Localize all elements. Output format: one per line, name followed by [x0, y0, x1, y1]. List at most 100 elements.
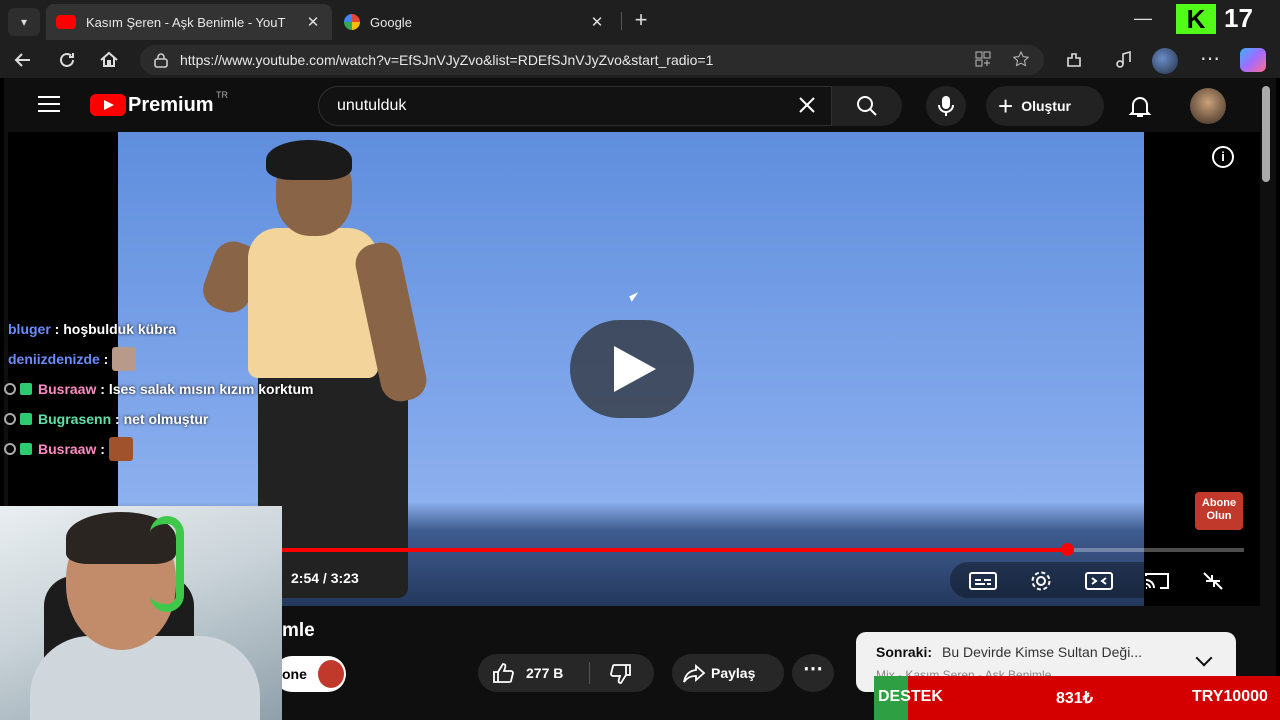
tab-list-chevron-icon[interactable]: ▾ — [8, 8, 40, 36]
address-bar[interactable]: https://www.youtube.com/watch?v=EfSJnVJy… — [140, 45, 1044, 75]
like-count: 277 B — [526, 665, 564, 681]
settings-gear-icon[interactable] — [1026, 570, 1056, 592]
country-code: TR — [216, 90, 228, 100]
favorite-star-icon[interactable] — [1012, 50, 1030, 68]
search-input[interactable]: unutulduk — [318, 86, 832, 126]
chat-username: Busraaw — [38, 381, 97, 397]
clear-search-icon[interactable] — [795, 93, 819, 117]
theater-mode-icon[interactable] — [1084, 570, 1114, 592]
share-button[interactable]: Paylaş — [672, 654, 784, 692]
subscriber-badge-icon — [20, 443, 32, 455]
like-separator — [589, 662, 590, 684]
like-icon[interactable] — [492, 662, 516, 684]
chat-message: bluger : hoşbulduk kübra — [8, 316, 176, 342]
search-button[interactable] — [832, 86, 902, 126]
back-icon[interactable] — [10, 48, 36, 72]
chat-message: Busraaw : — [0, 436, 133, 462]
voice-search-button[interactable] — [926, 86, 966, 126]
more-actions-icon[interactable]: ⋯ — [792, 654, 834, 692]
chat-colon: : — [50, 321, 64, 337]
chat-username: deniizdenizde — [8, 351, 100, 367]
youtube-favicon-icon — [56, 15, 76, 29]
chat-message: Bugrasenn : net olmuştur — [0, 406, 208, 432]
browser-toolbar: https://www.youtube.com/watch?v=EfSJnVJy… — [0, 42, 1280, 78]
google-favicon-icon — [344, 14, 360, 30]
url-text: https://www.youtube.com/watch?v=EfSJnVJy… — [180, 52, 714, 68]
moderator-badge-icon — [4, 413, 16, 425]
subscribe-button[interactable]: one — [274, 656, 346, 692]
moderator-badge-icon — [4, 443, 16, 455]
channel-logo-icon — [318, 660, 344, 688]
tab-close-icon[interactable]: ✕ — [588, 13, 606, 31]
kick-logo: K — [1176, 4, 1216, 34]
donation-amount: 831₺ — [1056, 690, 1093, 707]
new-tab-icon[interactable]: + — [628, 8, 654, 34]
chat-colon: : — [96, 441, 105, 457]
subscribe-watermark[interactable]: Abone Olun — [1195, 492, 1243, 530]
dislike-icon[interactable] — [608, 663, 632, 685]
account-avatar[interactable] — [1190, 88, 1226, 124]
search-icon — [857, 96, 877, 116]
donation-label: DESTEK — [878, 688, 943, 705]
time-display: 2:54 / 3:23 — [291, 570, 359, 586]
chevron-down-icon[interactable] — [1195, 649, 1213, 667]
extensions-icon[interactable] — [1064, 50, 1084, 70]
tab-title: Kasım Şeren - Aşk Benimle - YouT — [86, 14, 286, 30]
like-dislike-group: 277 B — [478, 654, 654, 692]
copilot-icon[interactable] — [1240, 48, 1266, 72]
chat-username: bluger — [8, 321, 51, 337]
plus-icon: + — [998, 91, 1014, 121]
video-figure-shirt — [248, 228, 378, 378]
create-button[interactable]: + Oluştur — [986, 86, 1104, 126]
subtitles-icon[interactable] — [968, 570, 998, 592]
emote-icon — [112, 347, 137, 371]
donation-goal-bar: DESTEK 831₺ TRY10000 — [874, 676, 1280, 720]
subscribe-label: one — [282, 666, 307, 682]
browser-menu-icon[interactable]: ⋯ — [1200, 46, 1220, 71]
donation-goal: TRY10000 — [1192, 688, 1268, 705]
tab-close-icon[interactable]: ✕ — [304, 13, 322, 31]
notifications-bell-icon[interactable] — [1126, 92, 1154, 120]
chat-text: net olmuştur — [123, 411, 209, 427]
chat-username: Bugrasenn — [38, 411, 112, 427]
minimize-icon[interactable]: — — [1134, 8, 1152, 29]
tab-separator — [621, 12, 622, 30]
tab-youtube[interactable]: Kasım Şeren - Aşk Benimle - YouT ✕ — [46, 4, 332, 40]
chat-message: Busraaw : lses salak mısın kızım korktum — [0, 376, 313, 402]
browser-profile-avatar[interactable] — [1152, 48, 1178, 74]
large-play-button[interactable] — [570, 320, 694, 418]
youtube-logo-icon[interactable] — [90, 94, 126, 116]
site-info-icon[interactable] — [152, 51, 170, 69]
home-icon[interactable] — [96, 48, 122, 72]
chat-username: Busraaw — [38, 441, 97, 457]
subscriber-badge-icon — [20, 383, 32, 395]
chat-text: lses salak mısın kızım korktum — [108, 381, 314, 397]
tab-title: Google — [370, 14, 412, 30]
up-next-title: Bu Devirde Kimse Sultan Deği... — [942, 644, 1142, 660]
chat-colon: : — [99, 351, 109, 367]
moderator-badge-icon — [4, 383, 16, 395]
current-time: 2:54 — [291, 570, 320, 586]
info-icon[interactable]: i — [1212, 146, 1234, 168]
page-scrollbar[interactable] — [1262, 86, 1270, 182]
headset-icon — [150, 516, 184, 612]
reload-icon[interactable] — [54, 48, 80, 72]
guide-menu-icon[interactable] — [38, 96, 60, 117]
app-available-icon[interactable] — [974, 50, 992, 68]
up-next-label: Sonraki: — [876, 644, 933, 660]
video-figure-hat — [266, 140, 352, 180]
youtube-brand[interactable]: Premium — [128, 94, 214, 117]
media-control-icon[interactable] — [1114, 50, 1134, 70]
create-label: Oluştur — [1021, 98, 1071, 114]
exit-fullscreen-icon[interactable] — [1198, 570, 1228, 592]
duration: 3:23 — [330, 570, 359, 586]
chat-colon: : — [96, 381, 109, 397]
viewer-count: 17 — [1224, 3, 1253, 33]
cast-icon[interactable] — [1142, 570, 1172, 592]
time-separator: / — [322, 570, 331, 586]
share-icon — [683, 664, 706, 683]
webcam-overlay — [0, 506, 282, 720]
share-label: Paylaş — [711, 665, 756, 681]
tab-google[interactable]: Google ✕ — [334, 4, 616, 40]
emote-icon — [108, 437, 133, 461]
